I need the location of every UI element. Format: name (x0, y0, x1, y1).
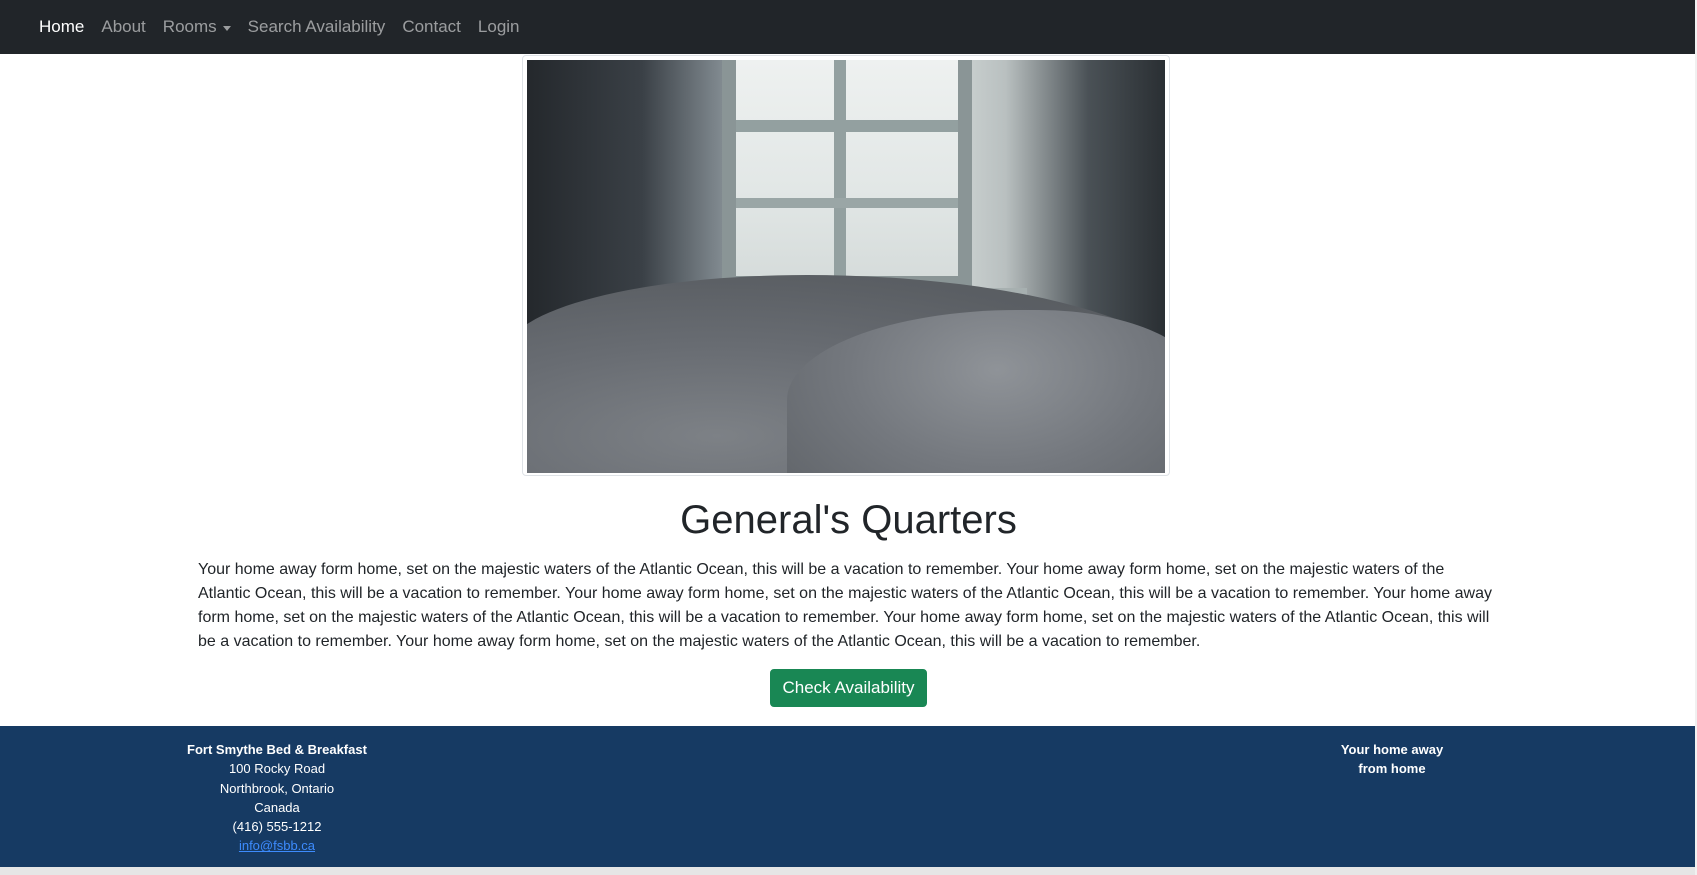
nav-contact[interactable]: Contact (402, 17, 461, 37)
footer-contact: Fort Smythe Bed & Breakfast 100 Rocky Ro… (167, 740, 387, 856)
room-image-frame (522, 55, 1170, 476)
page: Home About Rooms Search Availability Con… (0, 0, 1697, 875)
page-title: General's Quarters (680, 498, 1017, 542)
navbar: Home About Rooms Search Availability Con… (0, 0, 1697, 54)
viewport: Home About Rooms Search Availability Con… (0, 0, 1697, 867)
tagline-line1: Your home away (1340, 742, 1444, 757)
footer-tagline: Your home away from home (1282, 740, 1502, 779)
room-image (527, 60, 1165, 473)
nav-about[interactable]: About (101, 17, 145, 37)
footer: Fort Smythe Bed & Breakfast 100 Rocky Ro… (0, 726, 1697, 867)
chevron-down-icon (222, 25, 231, 31)
address-line2: Northbrook, Ontario (219, 780, 335, 796)
business-name: Fort Smythe Bed & Breakfast (187, 742, 367, 757)
nav-search-availability[interactable]: Search Availability (248, 17, 386, 37)
nav-login[interactable]: Login (478, 17, 520, 37)
address-line1: 100 Rocky Road (228, 761, 326, 777)
email-link[interactable]: info@fsbb.ca (239, 838, 315, 853)
address-country: Canada (254, 799, 300, 815)
nav-rooms-dropdown[interactable]: Rooms (163, 17, 231, 37)
check-availability-button[interactable]: Check Availability (769, 669, 928, 707)
button-wrapper: Check Availability (0, 669, 1697, 707)
nav-home[interactable]: Home (39, 17, 84, 37)
window-mullion-horizontal (736, 120, 958, 132)
window-mullion-vertical (834, 60, 846, 276)
window-mullion-horizontal-lower (736, 198, 958, 208)
tagline-line2: from home (1358, 761, 1426, 777)
room-description: Your home away form home, set on the maj… (198, 561, 1492, 650)
phone-number: (416) 555-1212 (232, 819, 322, 835)
window-graphic (722, 60, 972, 290)
nav-rooms-label: Rooms (162, 17, 217, 36)
